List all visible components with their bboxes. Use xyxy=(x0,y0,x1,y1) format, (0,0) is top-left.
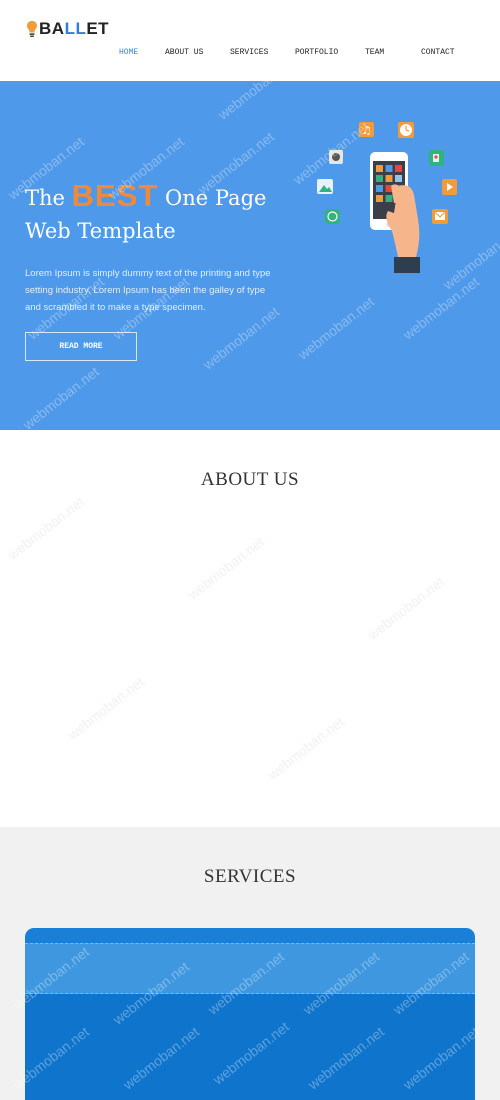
services-card-band xyxy=(25,943,475,994)
nav-team[interactable]: TEAM xyxy=(365,48,384,57)
brand-logo[interactable]: BALLET xyxy=(26,19,109,39)
sleeve xyxy=(394,257,420,273)
nav-about-us[interactable]: ABOUT US xyxy=(165,48,203,57)
nav-portfolio[interactable]: PORTFOLIO xyxy=(295,48,338,57)
about-section: ABOUT US xyxy=(0,430,500,827)
lightbulb-icon xyxy=(27,21,37,37)
hero-title-highlight: BEST xyxy=(71,178,159,213)
phone-apps-illustration: ♫ xyxy=(317,122,457,273)
read-more-button[interactable]: READ MORE xyxy=(25,332,137,361)
services-card xyxy=(25,928,475,1100)
hero-description: Lorem Ipsum is simply dummy text of the … xyxy=(25,268,271,313)
site-header: BALLET HOME ABOUT US SERVICES PORTFOLIO … xyxy=(0,0,500,81)
nav-home[interactable]: HOME xyxy=(119,48,138,57)
services-title: SERVICES xyxy=(203,866,297,887)
brand-name: BALLET xyxy=(39,19,110,38)
nav-contact[interactable]: CONTACT xyxy=(421,48,455,57)
nav-services[interactable]: SERVICES xyxy=(230,48,268,57)
svg-text:♫: ♫ xyxy=(362,124,372,137)
about-title: ABOUT US xyxy=(200,469,300,490)
services-card-body xyxy=(25,994,475,1100)
main-nav: HOME ABOUT US SERVICES PORTFOLIO TEAM CO… xyxy=(0,48,500,60)
hero-banner: The BEST One Page Web Template Lorem Ips… xyxy=(0,81,500,430)
phone-call-app-icon xyxy=(325,209,340,224)
hero-title: The BEST One Page Web Template xyxy=(25,178,267,243)
services-section: SERVICES xyxy=(0,827,500,1100)
